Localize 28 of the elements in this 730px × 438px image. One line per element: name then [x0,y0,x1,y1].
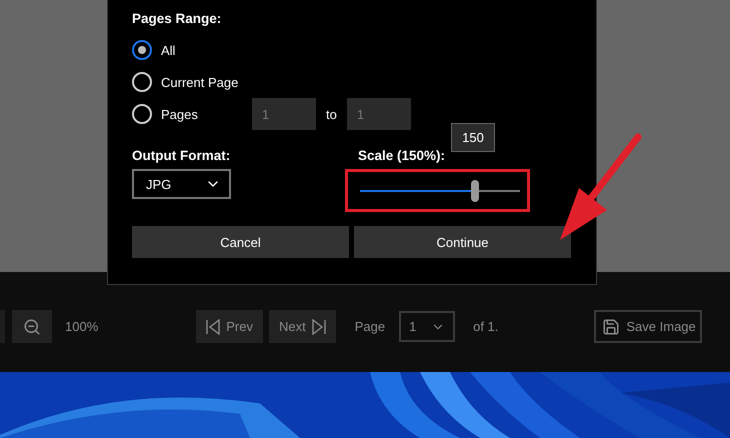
radio-button[interactable] [132,72,152,92]
page-count: of 1. [473,319,498,334]
radio-option[interactable]: Current Page [132,72,252,92]
slider-thumb[interactable] [471,180,480,202]
next-button[interactable]: Next [268,310,336,343]
cancel-button[interactable]: Cancel [132,226,349,258]
zoom-out-icon [23,318,41,336]
zoom-level: 100% [65,319,98,334]
save-image-button[interactable]: Save Image [594,310,702,343]
radio-option[interactable]: All [132,40,252,60]
prev-button[interactable]: Prev [196,310,263,343]
scale-slider[interactable] [358,180,522,202]
radio-option[interactable]: Pages [132,104,252,124]
page-label: Page [354,319,386,334]
zoom-out-button[interactable] [12,310,52,343]
skip-forward-icon [312,318,326,334]
save-icon [602,318,620,336]
scale-label: Scale (150%): [358,148,446,163]
to-label: to [326,106,337,122]
skip-back-icon [206,318,220,334]
format-select[interactable]: JPG [132,169,231,199]
radio-button[interactable] [132,104,152,124]
output-format-label: Output Format: [132,148,232,163]
continue-button[interactable]: Continue [354,226,571,258]
radio-button[interactable] [132,40,152,60]
page-select[interactable]: 1 [399,311,456,342]
pages-range-label: Pages Range: [132,11,222,26]
slider-tooltip: 150 [451,123,495,152]
